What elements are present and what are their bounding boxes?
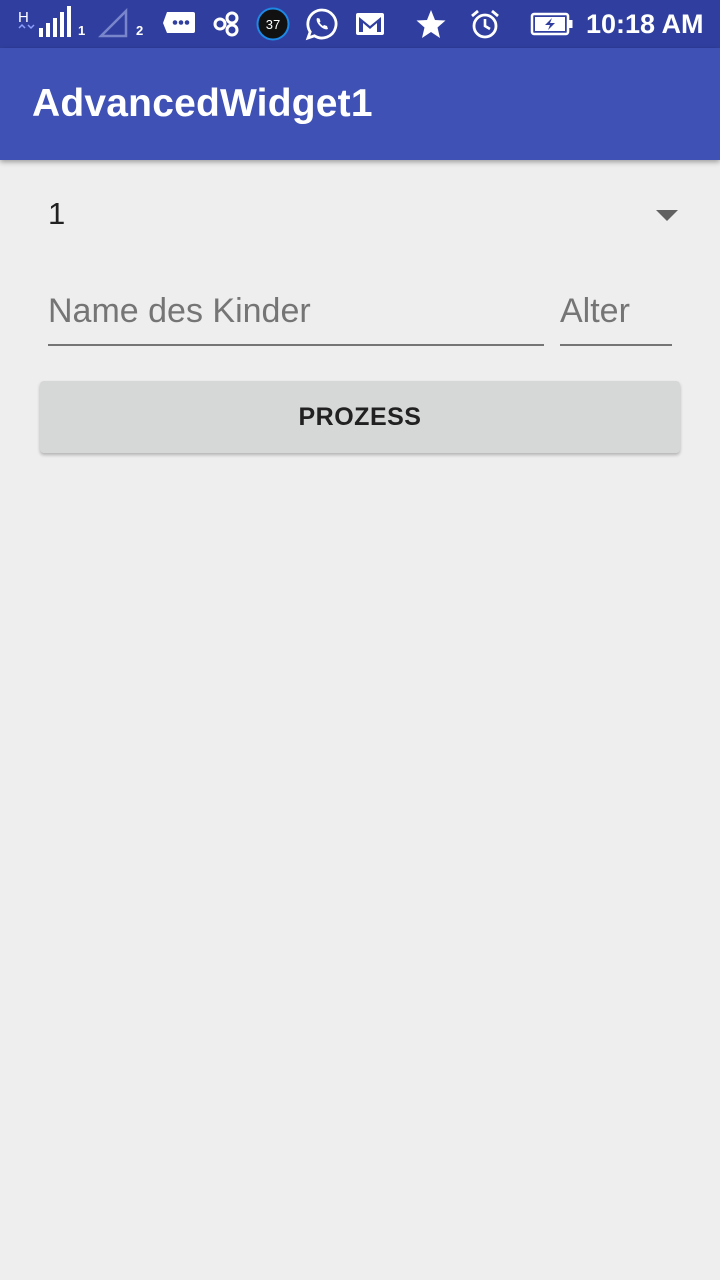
gmail-icon xyxy=(355,0,385,48)
app-bar: AdvancedWidget1 xyxy=(0,48,720,160)
alarm-icon xyxy=(469,0,501,48)
sim2-label: 2 xyxy=(136,22,144,38)
age-field-container xyxy=(560,280,672,346)
count-spinner[interactable]: 1 xyxy=(48,186,684,250)
network-type-label: H xyxy=(18,9,29,26)
notification-badge-icon: 37 xyxy=(256,0,290,48)
signal-icon: H xyxy=(16,0,76,48)
whatsapp-icon xyxy=(305,0,339,48)
spinner-value: 1 xyxy=(48,196,66,231)
dropdown-arrow-icon xyxy=(656,210,678,221)
process-button[interactable]: PROZESS xyxy=(40,381,680,453)
link-icon xyxy=(212,0,242,48)
star-icon xyxy=(415,0,447,48)
status-time: 10:18 AM xyxy=(586,8,704,39)
battery-charging-icon xyxy=(530,0,574,48)
message-icon xyxy=(161,0,197,48)
status-bar: H 1 2 37 10:18 AM xyxy=(0,0,720,48)
app-title: AdvancedWidget1 xyxy=(32,82,373,125)
process-button-label: PROZESS xyxy=(298,402,422,431)
signal-empty-icon xyxy=(98,0,130,48)
notification-badge-count: 37 xyxy=(266,17,280,32)
age-input[interactable] xyxy=(560,292,672,331)
name-field-container xyxy=(48,280,544,346)
sim1-label: 1 xyxy=(78,22,86,38)
child-name-input[interactable] xyxy=(48,292,544,331)
